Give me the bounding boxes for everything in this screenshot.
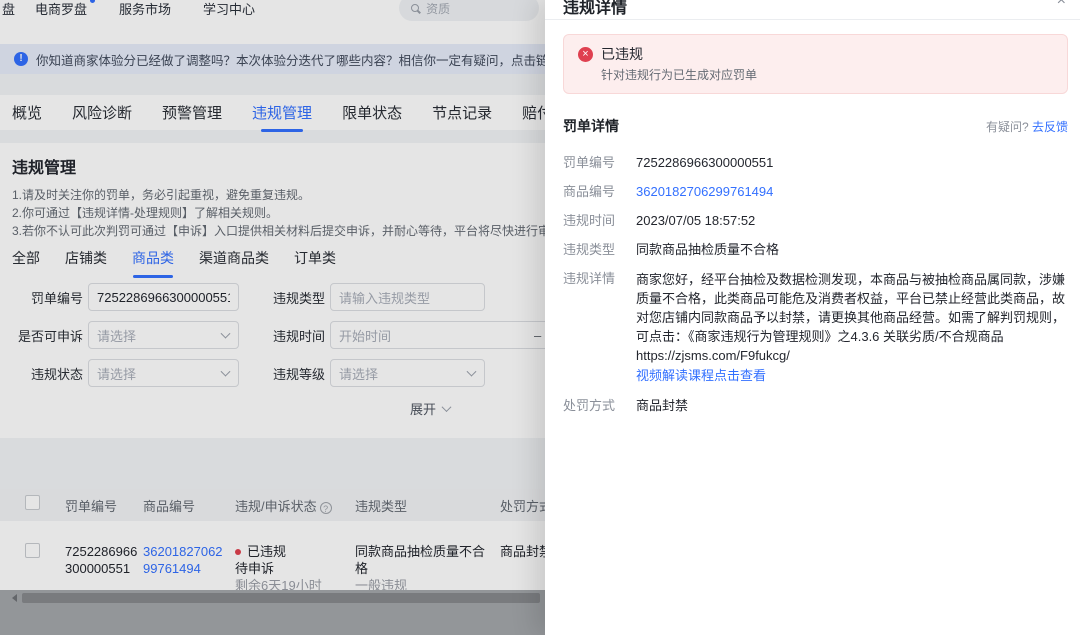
field-label: 违规时间 <box>563 212 636 230</box>
row-checkbox[interactable] <box>25 543 40 558</box>
notification-dot <box>90 0 95 3</box>
nav-item-partial[interactable]: 盘 <box>2 0 15 18</box>
appealable-placeholder: 请选择 <box>97 326 136 345</box>
filter-label-violation-time: 违规时间 <box>239 326 325 345</box>
subtab-all[interactable]: 全部 <box>12 248 40 268</box>
drawer-title: 违规详情 <box>563 0 627 18</box>
tab-violation-mgmt[interactable]: 违规管理 <box>252 102 312 123</box>
violation-level-placeholder: 请选择 <box>339 364 378 383</box>
field-product-no: 商品编号 3620182706299761494 <box>563 183 1068 201</box>
col-header-ticket-no: 罚单编号 <box>65 496 143 515</box>
search-input[interactable]: 资质 <box>399 0 539 21</box>
date-range-separator: – <box>534 328 541 343</box>
field-violation-detail: 违规详情 商家您好，经平台抽检及数据检测发现，本商品与被抽检商品属同款，涉嫌质量… <box>563 270 1068 385</box>
violation-status-select[interactable]: 请选择 <box>88 359 239 387</box>
error-circle-icon: × <box>578 47 593 62</box>
alert-description: 针对违规行为已生成对应罚单 <box>601 67 757 84</box>
ticket-detail-section-header: 罚单详情 有疑问? 去反馈 <box>563 116 1068 136</box>
field-value: 同款商品抽检质量不合格 <box>636 241 779 259</box>
nav-item-learning-center[interactable]: 学习中心 <box>203 0 255 18</box>
subtab-channel-product[interactable]: 渠道商品类 <box>199 248 269 268</box>
cell-product-no-link[interactable]: 3620182706299761494 <box>143 544 223 576</box>
info-icon: ! <box>14 52 28 66</box>
violation-detail-body: 商家您好，经平台抽检及数据检测发现，本商品与被抽检商品属同款，涉嫌质量不合格，此… <box>636 272 1065 363</box>
tab-risk-diagnosis[interactable]: 风险诊断 <box>72 102 132 123</box>
filter-label-violation-level: 违规等级 <box>239 364 325 383</box>
alert-title: 已违规 <box>601 44 757 64</box>
chevron-down-icon <box>221 367 231 377</box>
tab-node-records[interactable]: 节点记录 <box>432 102 492 123</box>
nav-item-compass-label: 电商罗盘 <box>35 2 87 17</box>
drawer-body: × 已违规 针对违规行为已生成对应罚单 罚单详情 有疑问? 去反馈 罚单编号 7… <box>545 20 1080 415</box>
violation-level-select[interactable]: 请选择 <box>330 359 485 387</box>
col-header-status: 违规/申诉状态? <box>235 496 355 515</box>
violation-type-input[interactable]: 请输入违规类型 <box>330 283 485 311</box>
field-label: 违规详情 <box>563 270 636 385</box>
chevron-down-icon <box>221 329 231 339</box>
violation-status-dot <box>235 549 241 555</box>
field-ticket-no: 罚单编号 7252286966300000551 <box>563 154 1068 172</box>
violation-detail-text: 商家您好，经平台抽检及数据检测发现，本商品与被抽检商品属同款，涉嫌质量不合格，此… <box>636 270 1068 385</box>
violation-status-placeholder: 请选择 <box>97 364 136 383</box>
scroll-left-arrow-icon[interactable] <box>12 594 17 602</box>
screen: 盘 电商罗盘 服务市场 学习中心 资质 ! 你知道商家体验分已经做了调整吗？本次… <box>0 0 1080 635</box>
field-label: 处罚方式 <box>563 397 636 415</box>
field-label: 罚单编号 <box>563 154 636 172</box>
feedback-hint: 有疑问? <box>986 120 1029 134</box>
appealable-select[interactable]: 请选择 <box>88 321 239 349</box>
scrollbar-thumb[interactable] <box>22 593 540 603</box>
status-text: 已违规 <box>247 543 286 560</box>
ticket-no-value: 7252286966300000551 <box>97 290 230 305</box>
violation-alert: × 已违规 针对违规行为已生成对应罚单 <box>563 34 1068 94</box>
subtab-shop[interactable]: 店铺类 <box>65 248 107 268</box>
violation-type-placeholder: 请输入违规类型 <box>339 288 430 307</box>
ticket-detail-fields: 罚单编号 7252286966300000551 商品编号 3620182706… <box>563 154 1068 415</box>
status-sub-text: 待申诉 <box>235 560 347 577</box>
expand-filters-button[interactable]: 展开 <box>410 399 470 418</box>
filter-label-violation-type: 违规类型 <box>239 288 325 307</box>
feedback-link[interactable]: 去反馈 <box>1032 120 1068 134</box>
tab-order-limit-status[interactable]: 限单状态 <box>342 102 402 123</box>
filter-label-appealable: 是否可申诉 <box>12 326 83 345</box>
field-violation-time: 违规时间 2023/07/05 18:57:52 <box>563 212 1068 230</box>
cell-ticket-no: 7252286966300000551 <box>65 543 143 577</box>
field-label: 商品编号 <box>563 183 636 201</box>
expand-label: 展开 <box>410 399 436 418</box>
drawer-header: 违规详情 × <box>545 0 1080 20</box>
field-value: 2023/07/05 18:57:52 <box>636 212 755 230</box>
video-course-link[interactable]: 视频解读课程点击查看 <box>636 366 1068 385</box>
help-icon[interactable]: ? <box>320 502 332 514</box>
field-violation-type: 违规类型 同款商品抽检质量不合格 <box>563 241 1068 259</box>
col-header-violation-type: 违规类型 <box>355 496 500 515</box>
select-all-checkbox[interactable] <box>25 495 40 510</box>
search-placeholder: 资质 <box>426 0 450 17</box>
ticket-no-input[interactable]: 7252286966300000551 <box>88 283 239 311</box>
cell-violation-type: 同款商品抽检质量不合格 一般违规 <box>355 543 500 594</box>
start-time-placeholder: 开始时间 <box>339 326 391 345</box>
field-label: 违规类型 <box>563 241 636 259</box>
close-icon[interactable]: × <box>1057 0 1066 10</box>
violation-type-text: 同款商品抽检质量不合格 <box>355 543 492 577</box>
search-icon <box>411 4 419 12</box>
subtab-product[interactable]: 商品类 <box>132 248 174 268</box>
tab-overview[interactable]: 概览 <box>12 102 42 123</box>
nav-item-compass[interactable]: 电商罗盘 <box>35 0 87 18</box>
cell-status: 已违规 待申诉 剩余6天19小时 <box>235 543 355 594</box>
nav-item-service-market[interactable]: 服务市场 <box>119 0 171 18</box>
field-value: 商品封禁 <box>636 397 688 415</box>
subtab-order[interactable]: 订单类 <box>294 248 336 268</box>
field-penalty: 处罚方式 商品封禁 <box>563 397 1068 415</box>
tab-warning-mgmt[interactable]: 预警管理 <box>162 102 222 123</box>
violation-detail-drawer: 违规详情 × × 已违规 针对违规行为已生成对应罚单 罚单详情 有疑问? 去反馈… <box>545 0 1080 635</box>
chevron-down-icon <box>467 367 477 377</box>
filter-label-ticket-no: 罚单编号 <box>12 288 83 307</box>
product-no-link[interactable]: 3620182706299761494 <box>636 183 773 201</box>
filter-label-violation-status: 违规状态 <box>12 364 83 383</box>
chevron-down-icon <box>442 402 452 412</box>
field-value: 7252286966300000551 <box>636 154 773 172</box>
section-title: 罚单详情 <box>563 116 619 136</box>
col-header-product-no: 商品编号 <box>143 496 235 515</box>
